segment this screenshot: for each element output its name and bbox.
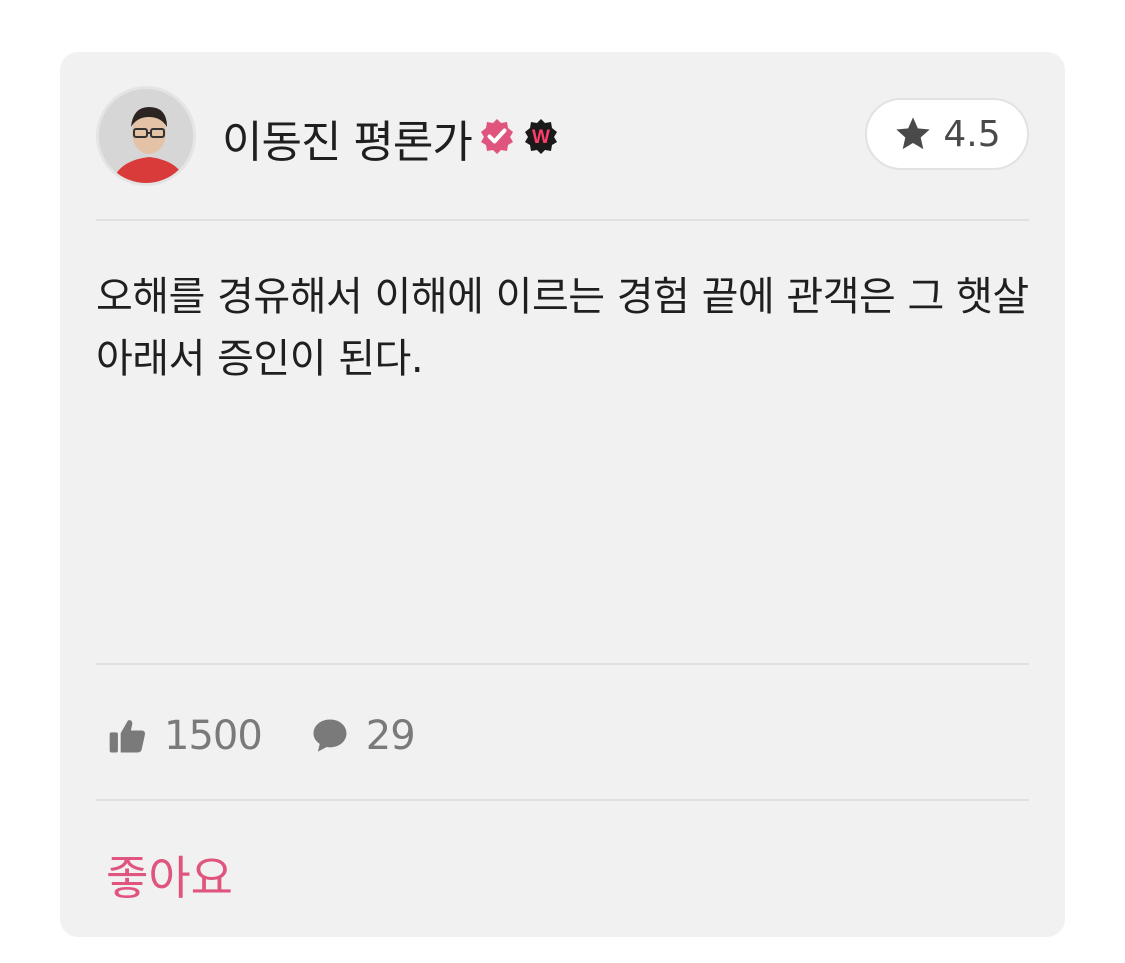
thumbs-up-icon <box>109 720 145 753</box>
like-button[interactable]: 좋아요 <box>106 842 233 908</box>
verified-check-icon <box>478 117 516 159</box>
watcha-badge-letter: W <box>532 127 550 148</box>
author-name[interactable]: 이동진 평론가 <box>222 106 473 170</box>
review-header: 이동진 평론가 W 4.5 <box>96 84 1029 186</box>
review-stats: 1500 29 <box>106 708 461 764</box>
divider-top <box>96 219 1029 221</box>
divider-bottom <box>96 799 1029 801</box>
rating-pill: 4.5 <box>865 98 1029 170</box>
author-name-row: 이동진 평론가 W <box>222 108 560 168</box>
avatar-image <box>99 89 193 183</box>
review-text[interactable]: 오해를 경유해서 이해에 이르는 경험 끝에 관객은 그 햇살 아래서 증인이 … <box>96 266 1029 390</box>
star-icon <box>896 117 931 150</box>
author-avatar[interactable] <box>96 86 196 186</box>
likes-stat: 1500 <box>106 713 263 759</box>
rating-value: 4.5 <box>943 113 1001 155</box>
likes-count: 1500 <box>164 713 263 759</box>
comment-bubble-icon <box>313 719 347 752</box>
comments-stat: 29 <box>308 713 416 759</box>
divider-middle <box>96 663 1029 665</box>
watcha-badge-icon: W <box>522 117 560 159</box>
review-card: 이동진 평론가 W 4.5 오해를 경유해서 이해에 이르는 경험 끝에 관객은… <box>60 52 1065 937</box>
comments-count: 29 <box>365 713 416 759</box>
